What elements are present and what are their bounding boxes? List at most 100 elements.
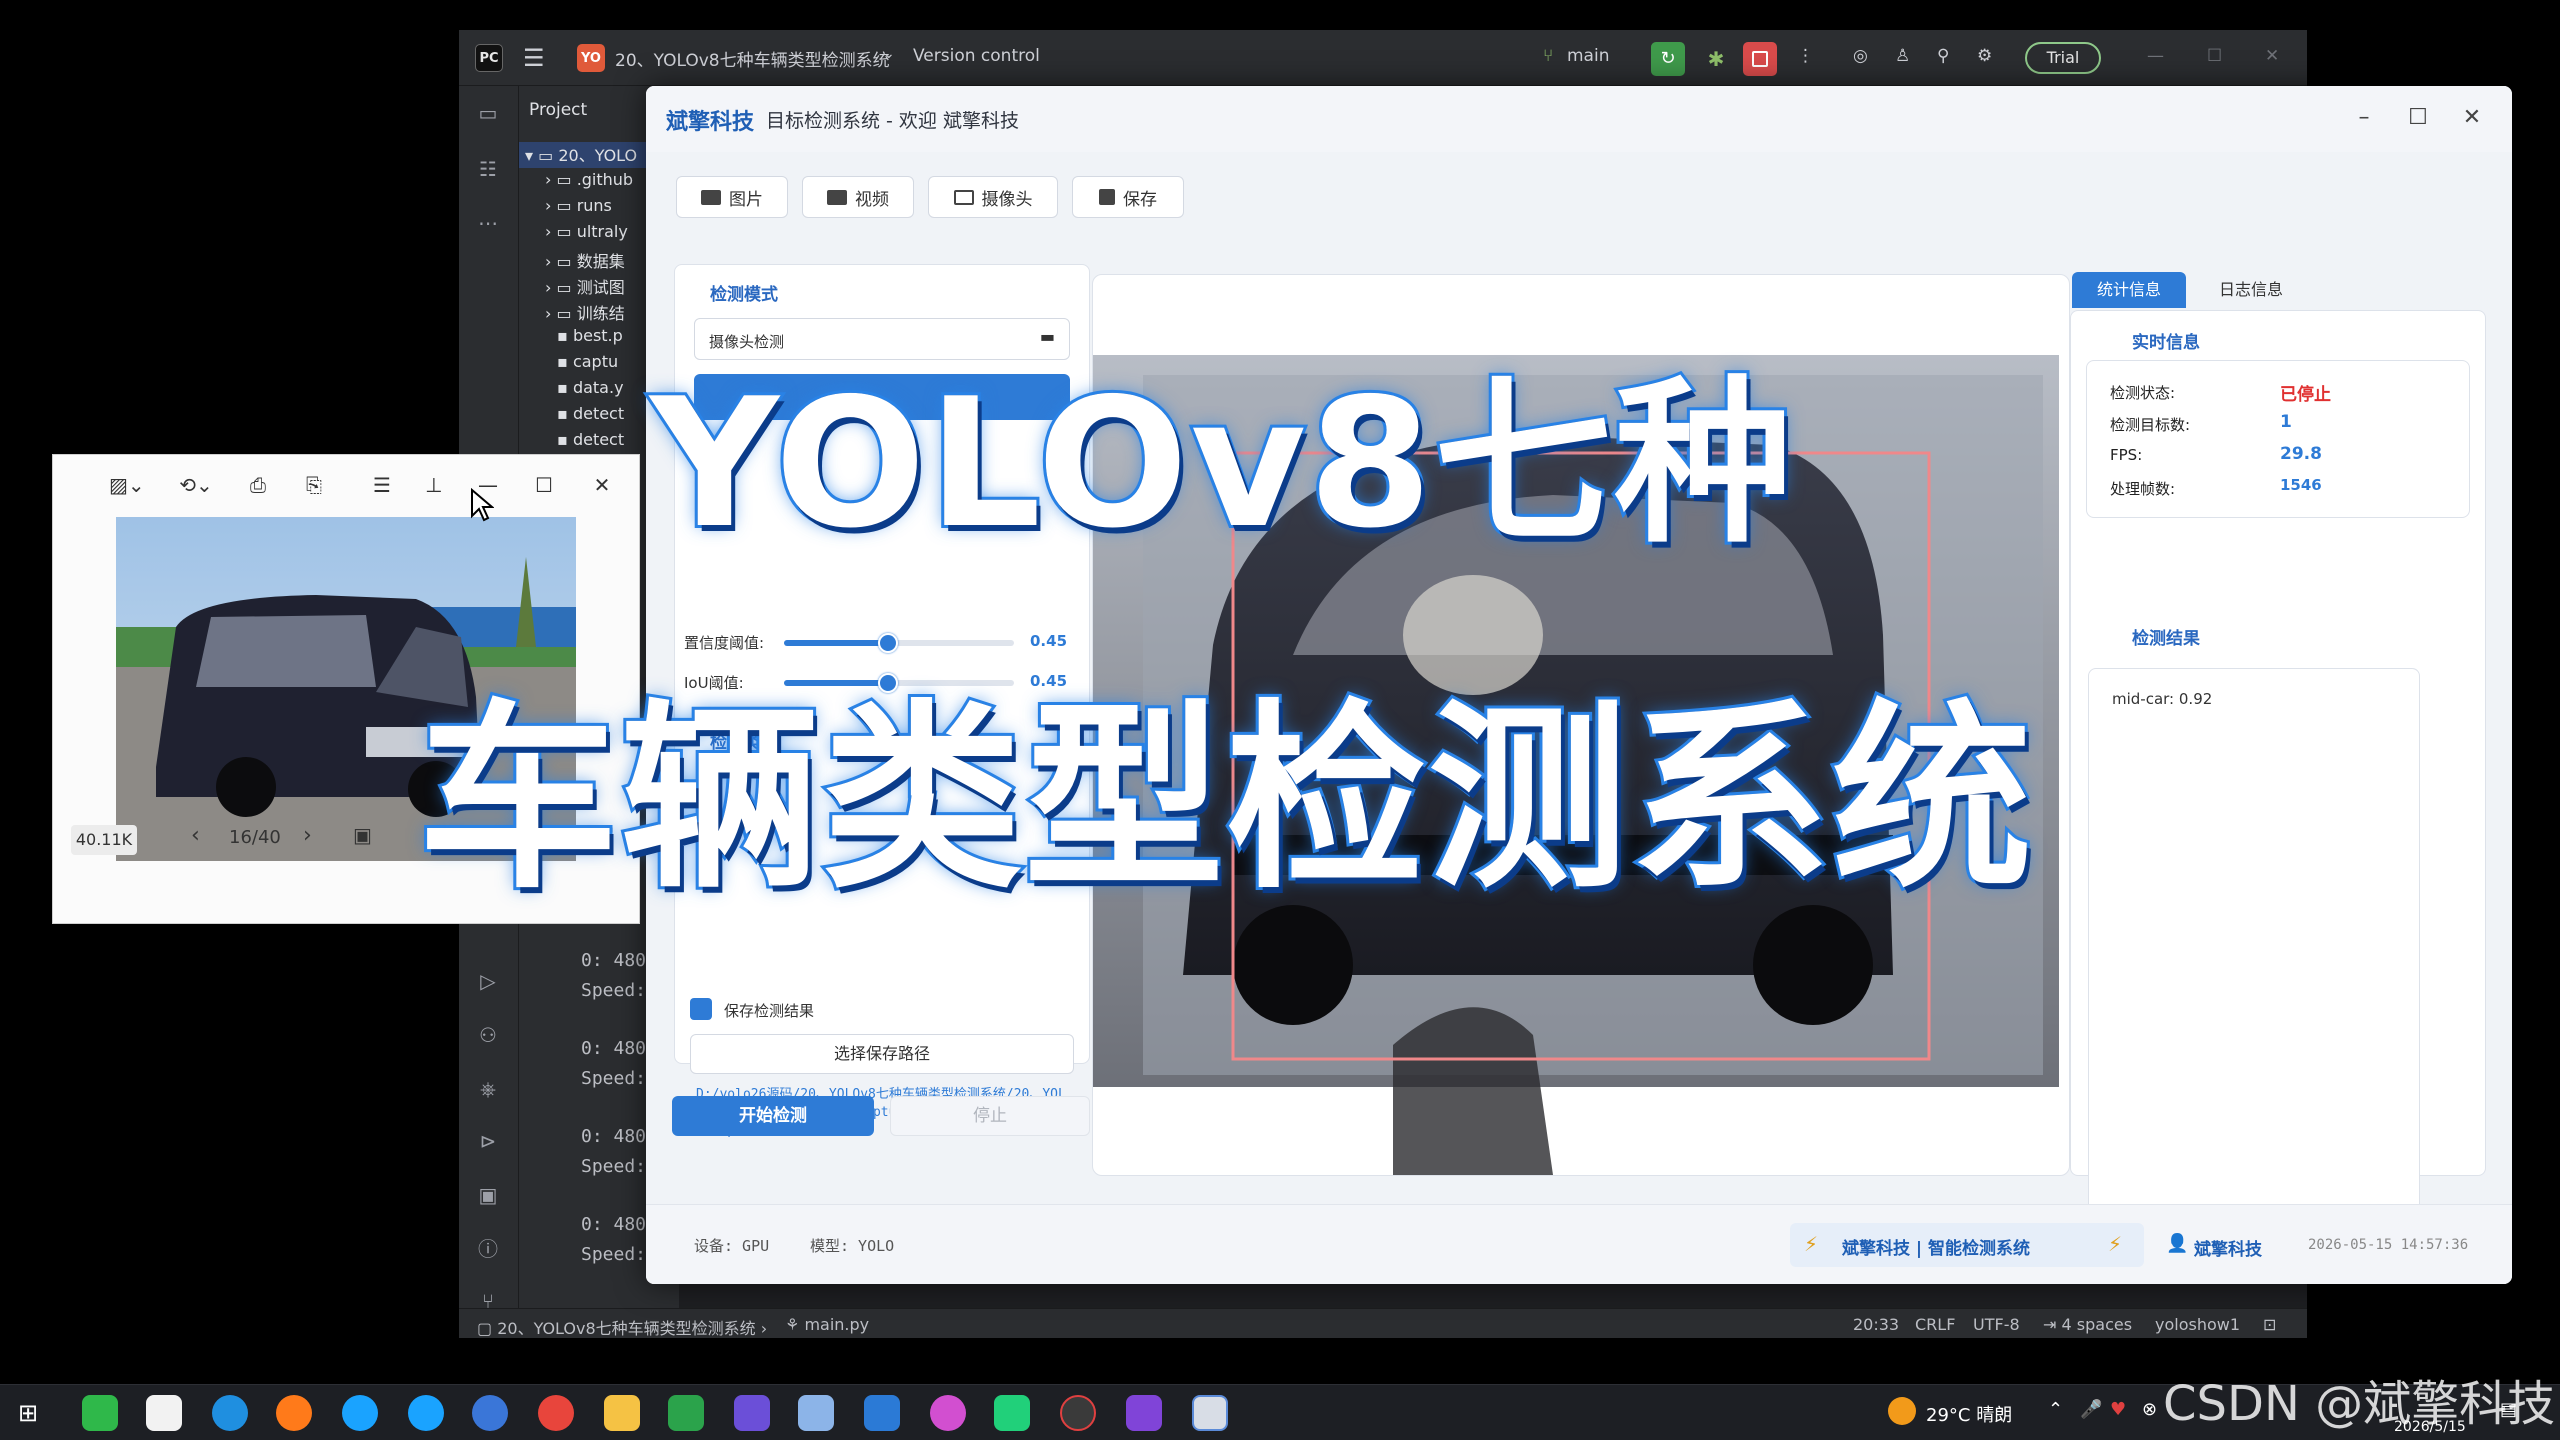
- image-button[interactable]: 图片: [676, 176, 788, 218]
- gear-icon[interactable]: ⚙: [1977, 46, 1992, 66]
- notes-icon[interactable]: [798, 1395, 834, 1431]
- camera-icon: [953, 189, 974, 205]
- breadcrumb-project[interactable]: ▢ 20、YOLOv8七种车辆类型检测系统 ›: [477, 1315, 767, 1339]
- app-titlebar: 斌擎科技 目标检测系统 - 欢迎 斌擎科技 – ☐ ✕: [646, 86, 2512, 152]
- rotate-icon[interactable]: ⟲⌄: [179, 473, 213, 497]
- problems-icon[interactable]: ⓘ: [473, 1234, 503, 1264]
- start-detection-button[interactable]: 开始检测: [672, 1096, 874, 1136]
- more-tools-icon[interactable]: ⋯: [473, 208, 503, 238]
- run-icon[interactable]: ↻: [1651, 42, 1685, 76]
- console-line: 0: 480: [581, 1214, 647, 1235]
- camera-button[interactable]: 摄像头: [928, 176, 1058, 218]
- tab-stats[interactable]: 统计信息: [2072, 272, 2186, 308]
- print-icon[interactable]: ⎙: [241, 473, 275, 497]
- pycharm-icon[interactable]: [994, 1395, 1030, 1431]
- console-line: Speed:: [581, 980, 647, 1001]
- start-icon[interactable]: ⊞: [18, 1399, 46, 1427]
- lock-icon[interactable]: ⊡: [2263, 1315, 2276, 1334]
- app-title: 目标检测系统 - 欢迎 斌擎科技: [766, 110, 1019, 132]
- structure-icon[interactable]: ☷: [473, 154, 503, 184]
- wechat-icon[interactable]: [82, 1395, 118, 1431]
- save-result-checkbox[interactable]: [690, 998, 712, 1020]
- share-icon[interactable]: ⎘: [297, 473, 331, 497]
- obs-icon[interactable]: [1060, 1395, 1096, 1431]
- version-control-menu[interactable]: Version control: [913, 46, 1040, 66]
- trial-badge[interactable]: Trial: [2025, 42, 2101, 74]
- tray-expand-icon[interactable]: ⌃: [2048, 1399, 2063, 1420]
- edge-icon[interactable]: [212, 1395, 248, 1431]
- file-encoding[interactable]: UTF-8: [1973, 1315, 2020, 1334]
- firefox-icon[interactable]: [276, 1395, 312, 1431]
- file-explorer-icon[interactable]: [604, 1395, 640, 1431]
- close-icon[interactable]: ✕: [2265, 46, 2279, 66]
- browser-icon[interactable]: [472, 1395, 508, 1431]
- app-icon[interactable]: [930, 1395, 966, 1431]
- stop-button[interactable]: 停止: [890, 1096, 1090, 1136]
- ai-app-icon[interactable]: [1126, 1395, 1162, 1431]
- debug-tool-icon[interactable]: ⊳: [473, 1126, 503, 1156]
- project-selector[interactable]: 20、YOLOv8七种车辆类型检测系统: [615, 46, 890, 71]
- run-tool-icon[interactable]: ▷: [473, 966, 503, 996]
- weather-icon[interactable]: [1888, 1397, 1916, 1425]
- menu-icon[interactable]: ☰: [365, 473, 399, 497]
- edit-image-icon[interactable]: ▨⌄: [109, 473, 145, 497]
- pycharm-ce-icon[interactable]: [668, 1395, 704, 1431]
- image-icon: [701, 189, 721, 205]
- stop-icon[interactable]: [1743, 42, 1777, 76]
- tab-logs[interactable]: 日志信息: [2194, 272, 2308, 308]
- chat-app-icon[interactable]: [342, 1395, 378, 1431]
- minimize-icon[interactable]: —: [2147, 46, 2164, 66]
- project-panel-title[interactable]: Project: [529, 100, 587, 120]
- save-icon: [1099, 189, 1115, 205]
- branch-selector[interactable]: main: [1567, 46, 1609, 66]
- debug-icon[interactable]: ✱: [1699, 42, 1733, 76]
- device-info: 设备: GPU: [694, 1237, 770, 1255]
- breadcrumb-file[interactable]: ⚘ main.py: [785, 1315, 869, 1334]
- pin-icon[interactable]: ⊥: [417, 473, 451, 497]
- jetbrains-icon[interactable]: [734, 1395, 770, 1431]
- python-packages-icon[interactable]: ⚇: [473, 1020, 503, 1050]
- search-icon[interactable]: ⚲: [1937, 46, 1949, 66]
- more-icon[interactable]: ⋮: [1797, 46, 1814, 66]
- app-minimize-icon[interactable]: –: [2344, 100, 2384, 136]
- app-close-icon[interactable]: ✕: [2452, 100, 2492, 136]
- vscode-icon[interactable]: [864, 1395, 900, 1431]
- chrome-icon[interactable]: [538, 1395, 574, 1431]
- tree-item-label: .github: [576, 170, 634, 189]
- weather-text[interactable]: 29°C 晴朗: [1926, 1401, 2012, 1427]
- caret-position[interactable]: 20:33: [1853, 1315, 1899, 1334]
- previous-icon[interactable]: ‹: [191, 823, 200, 848]
- indent-setting[interactable]: ⇥ 4 spaces: [2043, 1315, 2132, 1334]
- ai-assistant-icon[interactable]: ◎: [1853, 46, 1868, 66]
- network-icon[interactable]: ⊗: [2142, 1399, 2157, 1420]
- folder-icon[interactable]: ▭: [473, 98, 503, 128]
- microphone-icon[interactable]: 🎤: [2080, 1399, 2102, 1420]
- result-list[interactable]: [2088, 668, 2420, 1216]
- close-icon[interactable]: ✕: [585, 473, 619, 497]
- breadcrumb-project-label: 20、YOLOv8七种车辆类型检测系统: [497, 1319, 756, 1338]
- terminal-icon[interactable]: ▣: [473, 1180, 503, 1210]
- project-badge-icon: YO: [577, 44, 605, 72]
- choose-save-path-button[interactable]: 选择保存路径: [690, 1034, 1074, 1074]
- line-separator[interactable]: CRLF: [1915, 1315, 1955, 1334]
- film-strip-icon[interactable]: ▣: [353, 823, 372, 847]
- video-button[interactable]: 视频: [802, 176, 914, 218]
- result-item[interactable]: mid-car: 0.92: [2112, 690, 2212, 708]
- services-icon[interactable]: ⎈: [473, 1074, 503, 1104]
- realtime-title: 实时信息: [2132, 333, 2200, 353]
- banner-text: 斌擎科技 | 智能检测系统: [1842, 1239, 2031, 1259]
- main-menu-icon[interactable]: ☰: [523, 44, 551, 72]
- next-icon[interactable]: ›: [303, 823, 312, 848]
- qq-icon[interactable]: [146, 1395, 182, 1431]
- add-user-icon[interactable]: ♙: [1895, 46, 1910, 66]
- pycharm-logo-text: PC: [479, 50, 499, 66]
- interpreter-selector[interactable]: yoloshow1: [2155, 1315, 2240, 1334]
- tree-item-label: 20、YOLO: [558, 146, 638, 165]
- maximize-icon[interactable]: ☐: [527, 473, 561, 497]
- detection-app-taskbar-icon[interactable]: [1192, 1395, 1228, 1431]
- maximize-icon[interactable]: ☐: [2207, 46, 2222, 66]
- security-icon[interactable]: ♥: [2110, 1399, 2126, 1420]
- save-button[interactable]: 保存: [1072, 176, 1184, 218]
- app-maximize-icon[interactable]: ☐: [2398, 100, 2438, 136]
- chat-app-icon-2[interactable]: [408, 1395, 444, 1431]
